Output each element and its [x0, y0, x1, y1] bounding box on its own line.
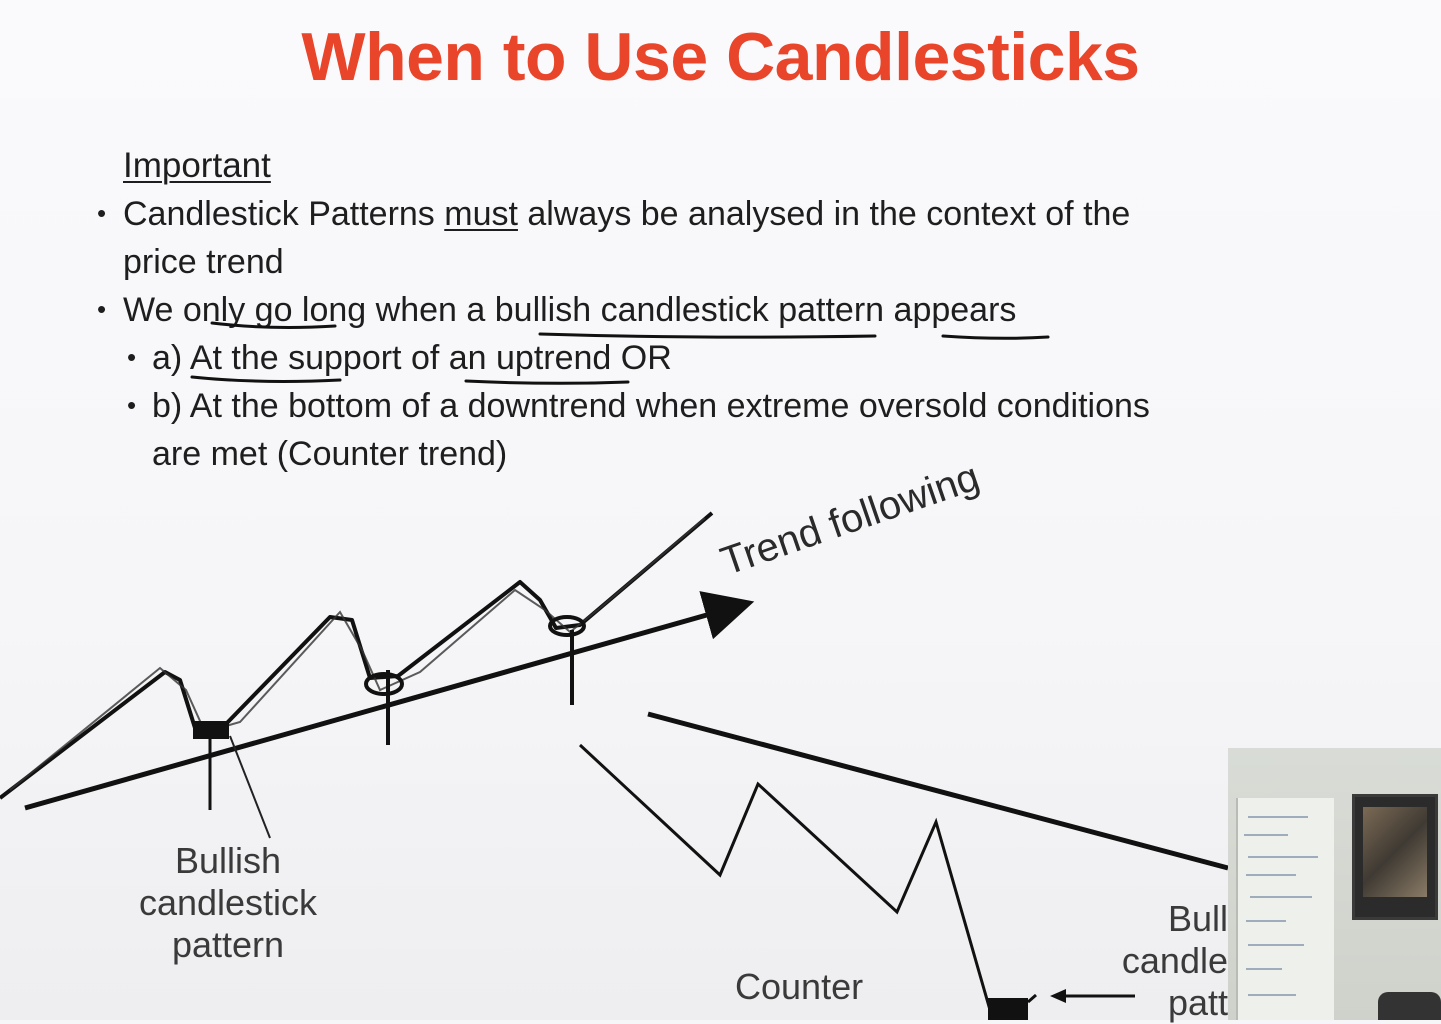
underline-bullish-pattern [538, 332, 877, 339]
whiteboard [1236, 798, 1334, 1020]
hand-underlines [190, 321, 1050, 385]
bull-label-line-2: candle [1121, 940, 1228, 981]
webcam-overlay [1228, 748, 1441, 1020]
underline-only-go [210, 321, 337, 329]
chair [1378, 992, 1441, 1020]
uptrend-price-path [0, 511, 714, 800]
slide: When to Use Candlesticks Important • Can… [0, 0, 1441, 1023]
candle-1 [193, 721, 229, 810]
photo [1363, 807, 1427, 897]
downtrend-resistance-line [647, 711, 1229, 871]
bullish-label-line-1: Bullish [174, 840, 282, 881]
candle-bottom [988, 993, 1037, 1020]
underline-of-an-uptrend [464, 379, 630, 385]
bullish-label-line-2: candlestick [138, 882, 318, 923]
bullish-pattern-label: Bullish candlestick pattern [128, 840, 328, 966]
counter-trend-label: Counter [735, 966, 864, 1007]
uptrend-support-line [24, 591, 755, 811]
bull-pattern-label-cut: Bull candle patt [1120, 898, 1228, 1024]
label-pointer-line [229, 735, 271, 839]
bullish-label-line-3: pattern [171, 924, 285, 965]
underline-at-the-support [190, 375, 342, 383]
bull-label-line-3: patt [1167, 982, 1228, 1023]
underline-appears [941, 334, 1050, 340]
uptrend-price-path-sketch [9, 517, 706, 791]
picture-frame [1352, 794, 1438, 920]
bull-label-line-1: Bull [1167, 898, 1228, 939]
